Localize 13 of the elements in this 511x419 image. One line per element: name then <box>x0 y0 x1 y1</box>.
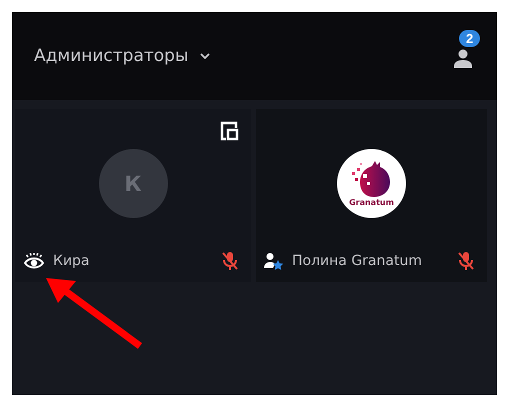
logo-text: Granatum <box>349 198 394 207</box>
count-badge: 2 <box>459 30 480 46</box>
group-dropdown[interactable]: Администраторы <box>34 46 210 66</box>
person-icon <box>453 48 473 68</box>
participant-name: Полина Granatum <box>292 253 423 269</box>
muted-mic-icon[interactable] <box>457 251 475 271</box>
muted-mic-icon[interactable] <box>221 251 239 271</box>
moderator-icon <box>264 252 284 270</box>
layout-icon[interactable] <box>219 121 239 141</box>
avatar: К <box>98 149 168 218</box>
eye-icon <box>23 252 45 270</box>
caret-icon <box>200 53 210 59</box>
participant-name: Кира <box>53 253 91 269</box>
